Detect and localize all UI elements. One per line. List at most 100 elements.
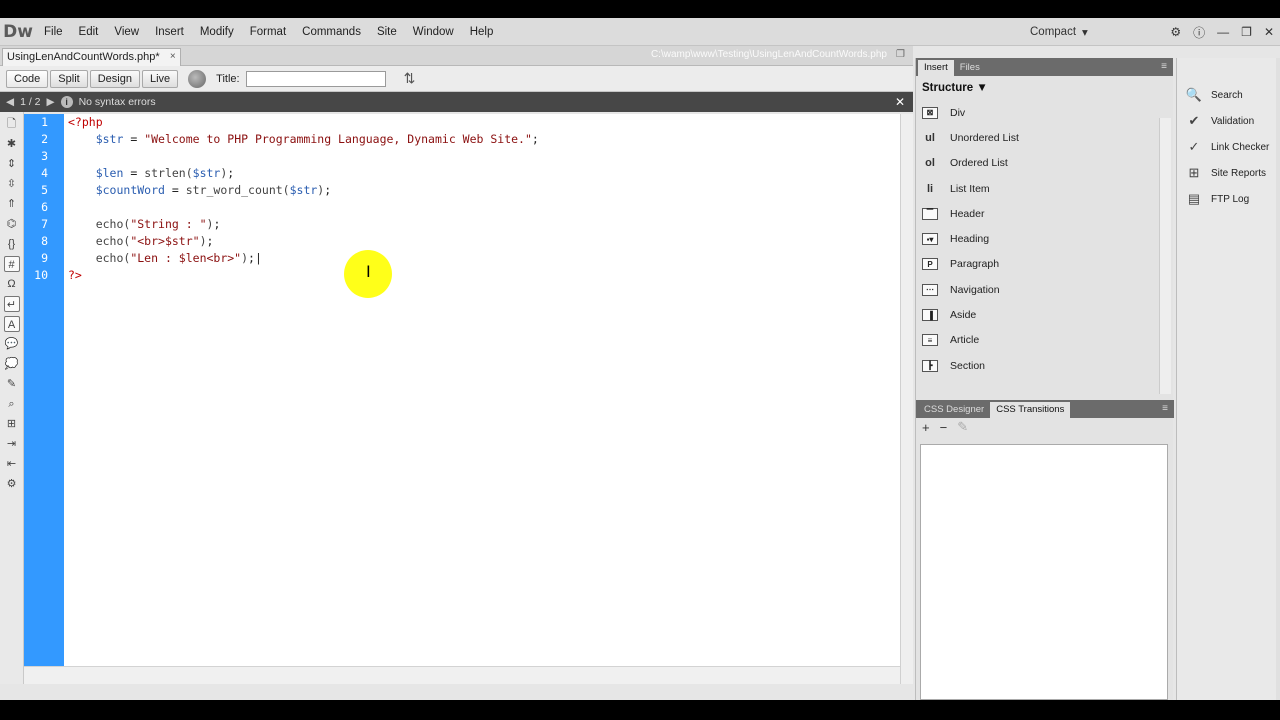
menu-window[interactable]: Window: [405, 18, 462, 46]
live-view-button[interactable]: Live: [141, 69, 179, 88]
tab-insert[interactable]: Insert: [918, 60, 954, 76]
insert-item-label: Navigation: [950, 283, 1000, 296]
code-view-button[interactable]: Code: [6, 69, 49, 88]
insert-panel-scrollbar[interactable]: [1159, 118, 1171, 394]
collapse-tag-icon[interactable]: ⇕: [4, 156, 20, 172]
insert-item-aside[interactable]: ▐ Aside: [916, 302, 1173, 327]
remove-transition-button[interactable]: −: [940, 420, 948, 435]
insert-item-header[interactable]: ▔ Header: [916, 201, 1173, 226]
dock-item-validation[interactable]: ✔ Validation: [1177, 108, 1276, 134]
line-number: 3: [41, 149, 48, 163]
move-css-icon[interactable]: ⊞: [4, 416, 20, 432]
dock-item-link-checker[interactable]: ✓ Link Checker: [1177, 134, 1276, 160]
validation-icon: ✔: [1188, 113, 1200, 128]
paragraph-icon: P: [922, 258, 938, 271]
editor-vertical-scrollbar[interactable]: [900, 114, 913, 684]
collapse-selection-icon[interactable]: ⇳: [4, 176, 20, 192]
insert-item-unordered-list[interactable]: ul Unordered List: [916, 125, 1173, 150]
highlight-invalid-code-icon[interactable]: Ω: [4, 276, 20, 292]
panel-menu-icon[interactable]: ≡: [1162, 403, 1168, 414]
format-source-icon[interactable]: ⚙: [4, 476, 20, 492]
insert-item-div[interactable]: ⊠ Div: [916, 100, 1173, 125]
insert-item-label: Ordered List: [950, 157, 1008, 170]
code-line: $countWord = str_word_count($str);: [95, 183, 332, 197]
dock-item-ftp-log[interactable]: ▤ FTP Log: [1177, 186, 1276, 212]
transitions-list[interactable]: [920, 444, 1168, 700]
editor-horizontal-scrollbar[interactable]: [24, 666, 900, 684]
wrap-tag-icon[interactable]: ✎: [4, 376, 20, 392]
menu-commands[interactable]: Commands: [294, 18, 369, 46]
menu-modify[interactable]: Modify: [192, 18, 242, 46]
insert-item-navigation[interactable]: ⋯ Navigation: [916, 277, 1173, 302]
balance-braces-icon[interactable]: {}: [4, 236, 20, 252]
menu-format[interactable]: Format: [242, 18, 294, 46]
syntax-coloring-icon[interactable]: A: [3, 316, 20, 332]
dock-item-site-reports[interactable]: ⊞ Site Reports: [1177, 160, 1276, 186]
info-icon[interactable]: ⓘ: [1193, 24, 1205, 41]
design-view-button[interactable]: Design: [89, 69, 140, 88]
workspace-switcher[interactable]: Compact ▾: [1030, 18, 1088, 46]
outdent-code-icon[interactable]: ⇤: [4, 456, 20, 472]
insert-item-label: Unordered List: [950, 131, 1019, 144]
close-icon[interactable]: ×: [170, 49, 176, 65]
word-wrap-icon[interactable]: ↵: [3, 296, 20, 312]
insert-item-heading[interactable]: ▪▾ Heading: [916, 226, 1173, 251]
menu-site[interactable]: Site: [369, 18, 405, 46]
restore-document-icon[interactable]: ❐: [896, 49, 905, 60]
menu-insert[interactable]: Insert: [147, 18, 192, 46]
tab-css-designer[interactable]: CSS Designer: [918, 402, 990, 418]
window-controls: ⚙ ⓘ — ❐ ✕: [1170, 18, 1274, 46]
menu-view[interactable]: View: [106, 18, 147, 46]
insert-category-dropdown[interactable]: Structure ▼: [916, 76, 1173, 100]
li-icon: li: [926, 182, 934, 195]
menu-help[interactable]: Help: [462, 18, 502, 46]
preview-browser-icon[interactable]: [188, 69, 207, 88]
document-tab[interactable]: UsingLenAndCountWords.php* ×: [2, 48, 181, 66]
insert-item-label: Div: [950, 106, 966, 119]
next-arrow-icon[interactable]: ▶: [47, 96, 55, 108]
code-line: echo("String : ");: [95, 217, 221, 231]
indent-code-icon[interactable]: ⇥: [4, 436, 20, 452]
line-numbers-icon[interactable]: #: [3, 256, 20, 272]
code-editor[interactable]: <?php $str = "Welcome to PHP Programming…: [64, 114, 900, 684]
insert-item-label: Paragraph: [950, 258, 1000, 271]
dreamweaver-logo: Dw: [3, 21, 33, 42]
dock-item-search[interactable]: 🔍 Search: [1177, 82, 1276, 108]
tab-css-transitions[interactable]: CSS Transitions: [990, 402, 1071, 418]
open-documents-icon[interactable]: 🗋: [4, 116, 20, 132]
minimize-button[interactable]: —: [1217, 25, 1229, 39]
remove-comment-icon[interactable]: 💭: [4, 356, 20, 372]
close-button[interactable]: ✕: [1264, 25, 1274, 39]
insert-item-ordered-list[interactable]: ol Ordered List: [916, 151, 1173, 176]
close-icon[interactable]: ✕: [895, 95, 905, 109]
line-number: 8: [41, 234, 48, 248]
previous-arrow-icon[interactable]: ◀: [6, 96, 14, 108]
file-transfer-icon[interactable]: ⇅: [404, 70, 416, 87]
extensions-icon[interactable]: ⚙: [1170, 25, 1181, 39]
insert-item-label: Header: [950, 207, 985, 220]
insert-item-list-item[interactable]: li List Item: [916, 176, 1173, 201]
show-code-navigator-icon[interactable]: ✱: [4, 136, 20, 152]
dock-grip[interactable]: [1177, 58, 1276, 82]
line-number: 4: [41, 166, 48, 180]
tab-files[interactable]: Files: [954, 60, 986, 76]
add-transition-button[interactable]: +: [922, 420, 930, 435]
menu-file[interactable]: File: [36, 18, 71, 46]
expand-all-icon[interactable]: ⇑: [4, 196, 20, 212]
workspace-label: Compact: [1030, 26, 1077, 38]
insert-item-label: List Item: [950, 182, 990, 195]
panel-menu-icon[interactable]: ≡: [1161, 61, 1167, 72]
code-line: $str = "Welcome to PHP Programming Langu…: [95, 132, 539, 146]
apply-comment-icon[interactable]: 💬: [4, 336, 20, 352]
title-input[interactable]: [245, 70, 386, 87]
insert-item-article[interactable]: ≡ Article: [916, 328, 1173, 353]
search-icon: 🔍: [1185, 87, 1203, 102]
insert-item-paragraph[interactable]: P Paragraph: [916, 252, 1173, 277]
edit-pencil-icon[interactable]: ✎: [957, 419, 968, 435]
restore-button[interactable]: ❐: [1241, 25, 1252, 39]
menu-edit[interactable]: Edit: [71, 18, 107, 46]
recent-snippets-icon[interactable]: ⌕: [4, 396, 20, 412]
split-view-button[interactable]: Split: [50, 69, 88, 88]
insert-item-section[interactable]: ┣ Section: [916, 353, 1173, 378]
select-parent-tag-icon[interactable]: ⌬: [4, 216, 20, 232]
